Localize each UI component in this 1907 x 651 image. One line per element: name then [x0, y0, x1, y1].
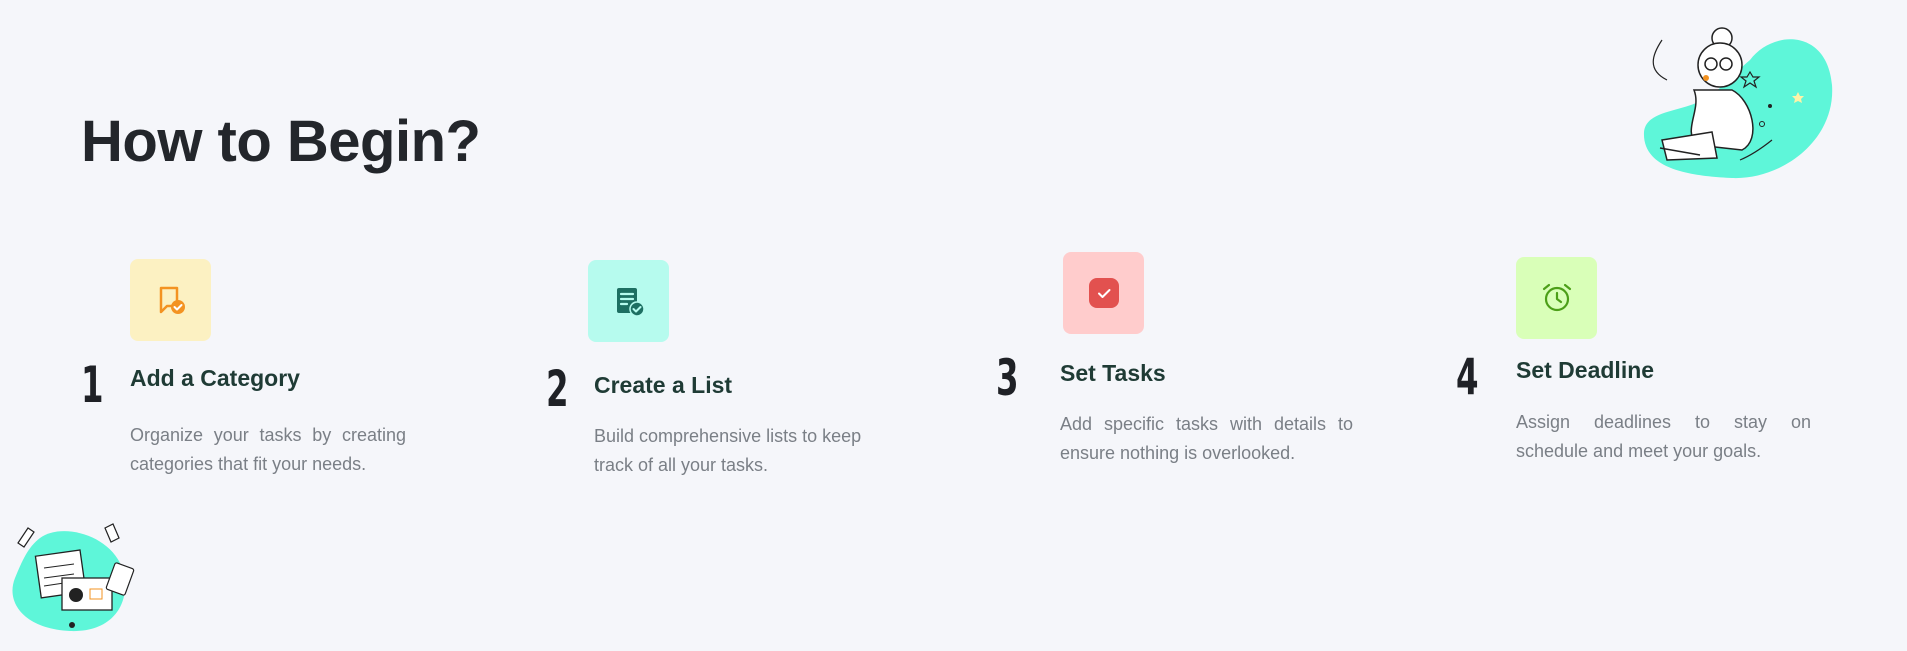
step-title: Add a Category [130, 365, 300, 391]
step-number: 1 [81, 356, 104, 414]
category-check-icon [159, 286, 185, 314]
task-check-icon [1088, 278, 1119, 308]
desk-work-illustration [12, 523, 135, 632]
step-4-icon-box [1516, 257, 1597, 339]
step-number: 2 [546, 360, 569, 418]
reading-person-illustration [1643, 27, 1833, 179]
step-number: 4 [1456, 348, 1479, 406]
alarm-clock-icon [1542, 283, 1571, 312]
step-2-icon-box [588, 260, 669, 342]
step-description: Build comprehensive lists to keep track … [594, 426, 862, 475]
step-1-icon-box [130, 259, 211, 341]
step-title: Set Deadline [1516, 357, 1655, 383]
step-description: Organize your tasks by creating categori… [130, 425, 406, 474]
page-title: How to Begin? [81, 109, 481, 174]
step-title: Set Tasks [1060, 360, 1166, 386]
list-check-icon [616, 288, 645, 317]
step-description: Add specific tasks with details to ensur… [1060, 414, 1353, 463]
step-description: Assign deadlines to stay on schedule and… [1516, 412, 1811, 461]
step-title: Create a List [594, 372, 733, 398]
step-3-icon-box [1063, 252, 1144, 334]
step-number: 3 [996, 349, 1019, 407]
